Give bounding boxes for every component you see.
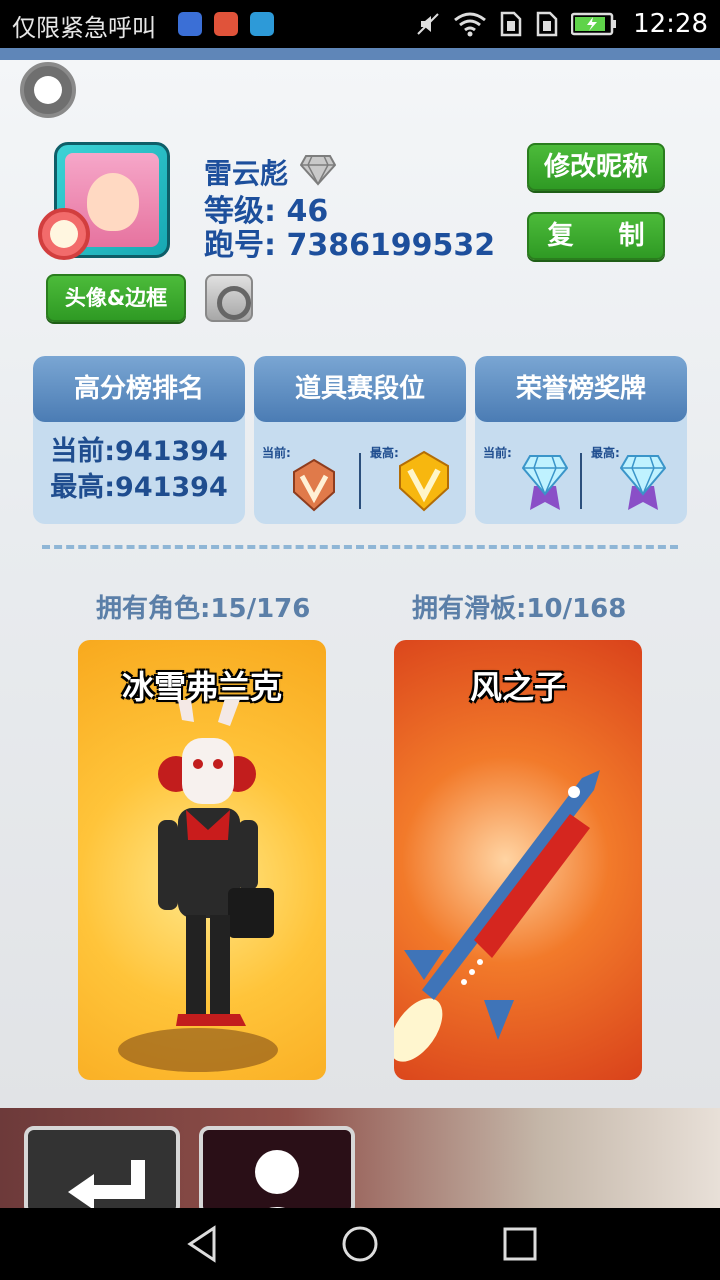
home-circle-icon[interactable] — [338, 1222, 382, 1266]
mute-icon — [417, 13, 439, 35]
recent-apps-square-icon[interactable] — [498, 1222, 542, 1266]
profile-button[interactable] — [199, 1126, 355, 1230]
score-rank-title: 高分榜排名 — [33, 356, 245, 422]
boards-owned-count: 拥有滑板:10/168 — [412, 594, 627, 624]
honor-medal-highest-label: 最高: — [591, 446, 620, 460]
honor-medal-current-label: 当前: — [483, 446, 512, 460]
bottom-menu-bar — [0, 1108, 720, 1230]
item-tier-current-label: 当前: — [262, 446, 291, 460]
character-showcase-card[interactable]: 冰雪弗兰克 — [78, 640, 326, 1080]
score-rank-highest: 最高:941394 — [50, 472, 228, 503]
status-icons: 12:28 — [415, 6, 708, 42]
gold-tier-badge-icon — [399, 450, 449, 512]
sim-card-icon-2 — [536, 11, 558, 37]
board-showcase-card[interactable]: 风之子 — [394, 640, 642, 1080]
honor-medal-divider — [580, 453, 582, 509]
item-tier-divider — [359, 453, 361, 509]
item-tier-title: 道具赛段位 — [254, 356, 466, 422]
diamond-rank-icon — [300, 155, 336, 186]
runner-id: 跑号: 7386199532 — [204, 228, 496, 263]
close-circle-button[interactable] — [20, 62, 76, 118]
clock-time: 12:28 — [633, 9, 708, 39]
notification-app-icon-3 — [250, 12, 274, 36]
profile-panel: 雷云彪 等级: 46 跑号: 7386199532 修改昵称 复 制 头像&边框… — [0, 48, 720, 1108]
back-triangle-icon[interactable] — [180, 1222, 224, 1266]
characters-owned-count: 拥有角色:15/176 — [96, 594, 311, 624]
rabbit-character-figure-icon — [118, 700, 278, 1072]
score-rank-card[interactable]: 高分榜排名 当前:941394 最高:941394 — [33, 356, 245, 524]
section-divider — [42, 545, 678, 549]
diamond-medal-icon — [522, 455, 568, 510]
score-rank-current: 当前:941394 — [50, 436, 228, 467]
return-arrow-icon — [68, 1160, 145, 1210]
status-bar: 仅限紧急呼叫 12:28 — [0, 0, 720, 48]
carrier-text: 仅限紧急呼叫 — [12, 14, 156, 42]
notification-app-icon-2 — [214, 12, 238, 36]
return-button[interactable] — [24, 1126, 180, 1216]
sim-card-icon — [500, 11, 522, 37]
battery-icon — [571, 12, 617, 36]
user-silhouette-icon — [237, 1150, 317, 1230]
avatar-frame-button[interactable]: 头像&边框 — [46, 274, 186, 322]
copy-button[interactable]: 复 制 — [527, 212, 665, 260]
panel-top-strip — [0, 48, 720, 60]
rename-button[interactable]: 修改昵称 — [527, 143, 665, 191]
wifi-icon — [454, 12, 486, 37]
honor-medal-title: 荣誉榜奖牌 — [475, 356, 687, 422]
diamond-medal-highest-icon — [620, 455, 666, 510]
gear-icon[interactable] — [205, 274, 253, 322]
bronze-tier-badge-icon — [293, 458, 335, 512]
avatar-face — [87, 173, 139, 231]
rocket-board-icon — [394, 770, 600, 1062]
alarm-clock-icon — [38, 208, 90, 260]
system-navigation-bar — [0, 1208, 720, 1280]
notification-app-icon-1 — [178, 12, 202, 36]
item-tier-highest-label: 最高: — [370, 446, 399, 460]
